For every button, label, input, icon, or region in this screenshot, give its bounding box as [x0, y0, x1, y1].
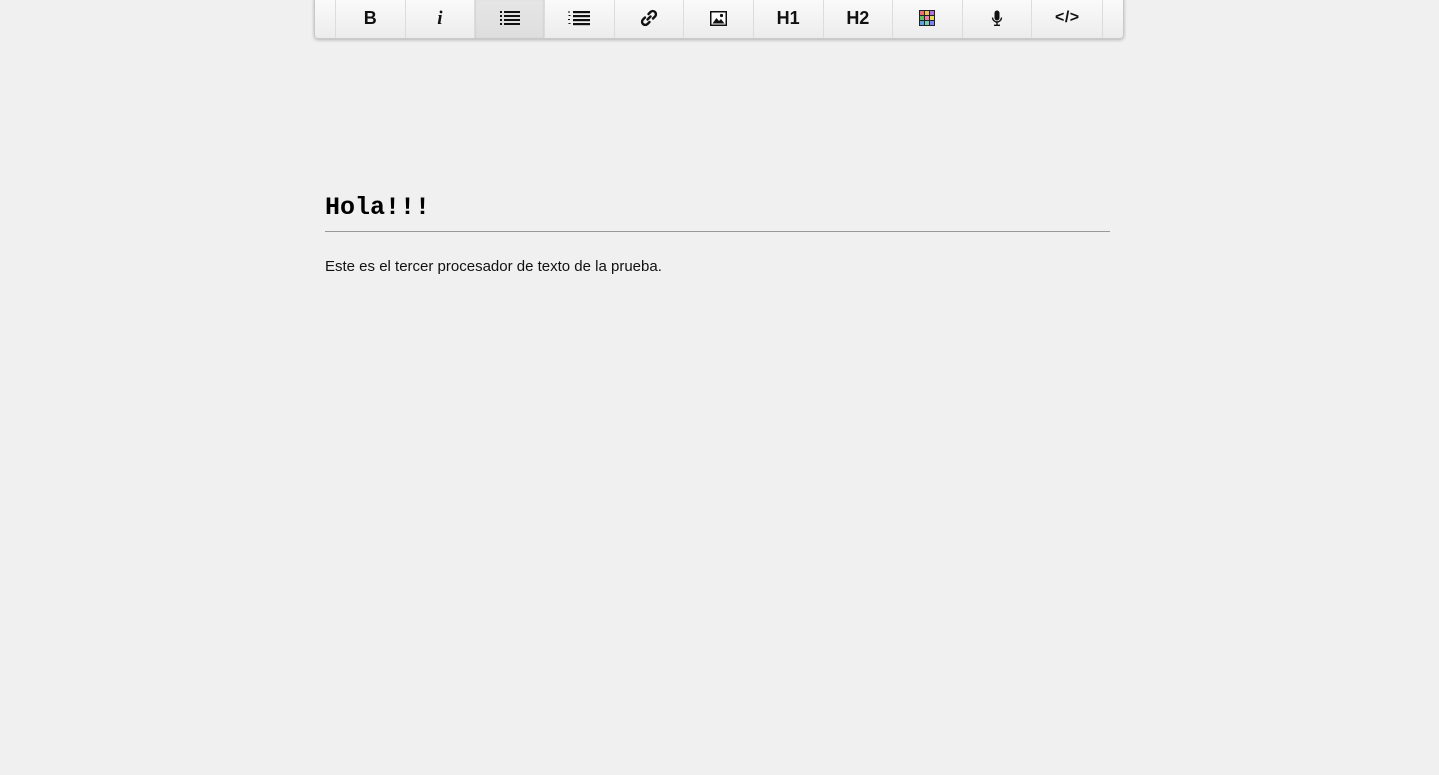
- toolbar-left-cap: [315, 0, 336, 38]
- editor-toolbar: B i H1 H2 </>: [314, 0, 1124, 39]
- italic-icon: i: [437, 7, 443, 29]
- toolbar-right-cap: [1102, 0, 1123, 38]
- heading1-button[interactable]: H1: [754, 0, 824, 38]
- bulleted-list-button[interactable]: [475, 0, 545, 38]
- numbered-list-button[interactable]: [545, 0, 615, 38]
- heading1-icon: H1: [776, 8, 800, 28]
- editor-content[interactable]: Hola!!! Este es el tercer procesador de …: [325, 190, 1110, 276]
- document-paragraph[interactable]: Este es el tercer procesador de texto de…: [325, 258, 1110, 276]
- bulleted-list-icon: [499, 10, 520, 26]
- image-button[interactable]: [684, 0, 754, 38]
- bold-button[interactable]: B: [336, 0, 406, 38]
- source-code-button[interactable]: </>: [1032, 0, 1102, 38]
- numbered-list-icon: [568, 10, 591, 26]
- voice-input-button[interactable]: [963, 0, 1033, 38]
- document-heading[interactable]: Hola!!!: [325, 190, 1110, 232]
- bold-icon: B: [363, 8, 377, 28]
- code-icon: </>: [1054, 9, 1080, 26]
- color-grid-icon: [919, 10, 936, 26]
- table-button[interactable]: [893, 0, 963, 38]
- image-icon: [710, 10, 728, 26]
- italic-button[interactable]: i: [406, 0, 476, 38]
- heading2-button[interactable]: H2: [824, 0, 894, 38]
- microphone-icon: [991, 10, 1003, 27]
- link-icon: [640, 9, 658, 27]
- link-button[interactable]: [615, 0, 685, 38]
- heading2-icon: H2: [846, 8, 870, 28]
